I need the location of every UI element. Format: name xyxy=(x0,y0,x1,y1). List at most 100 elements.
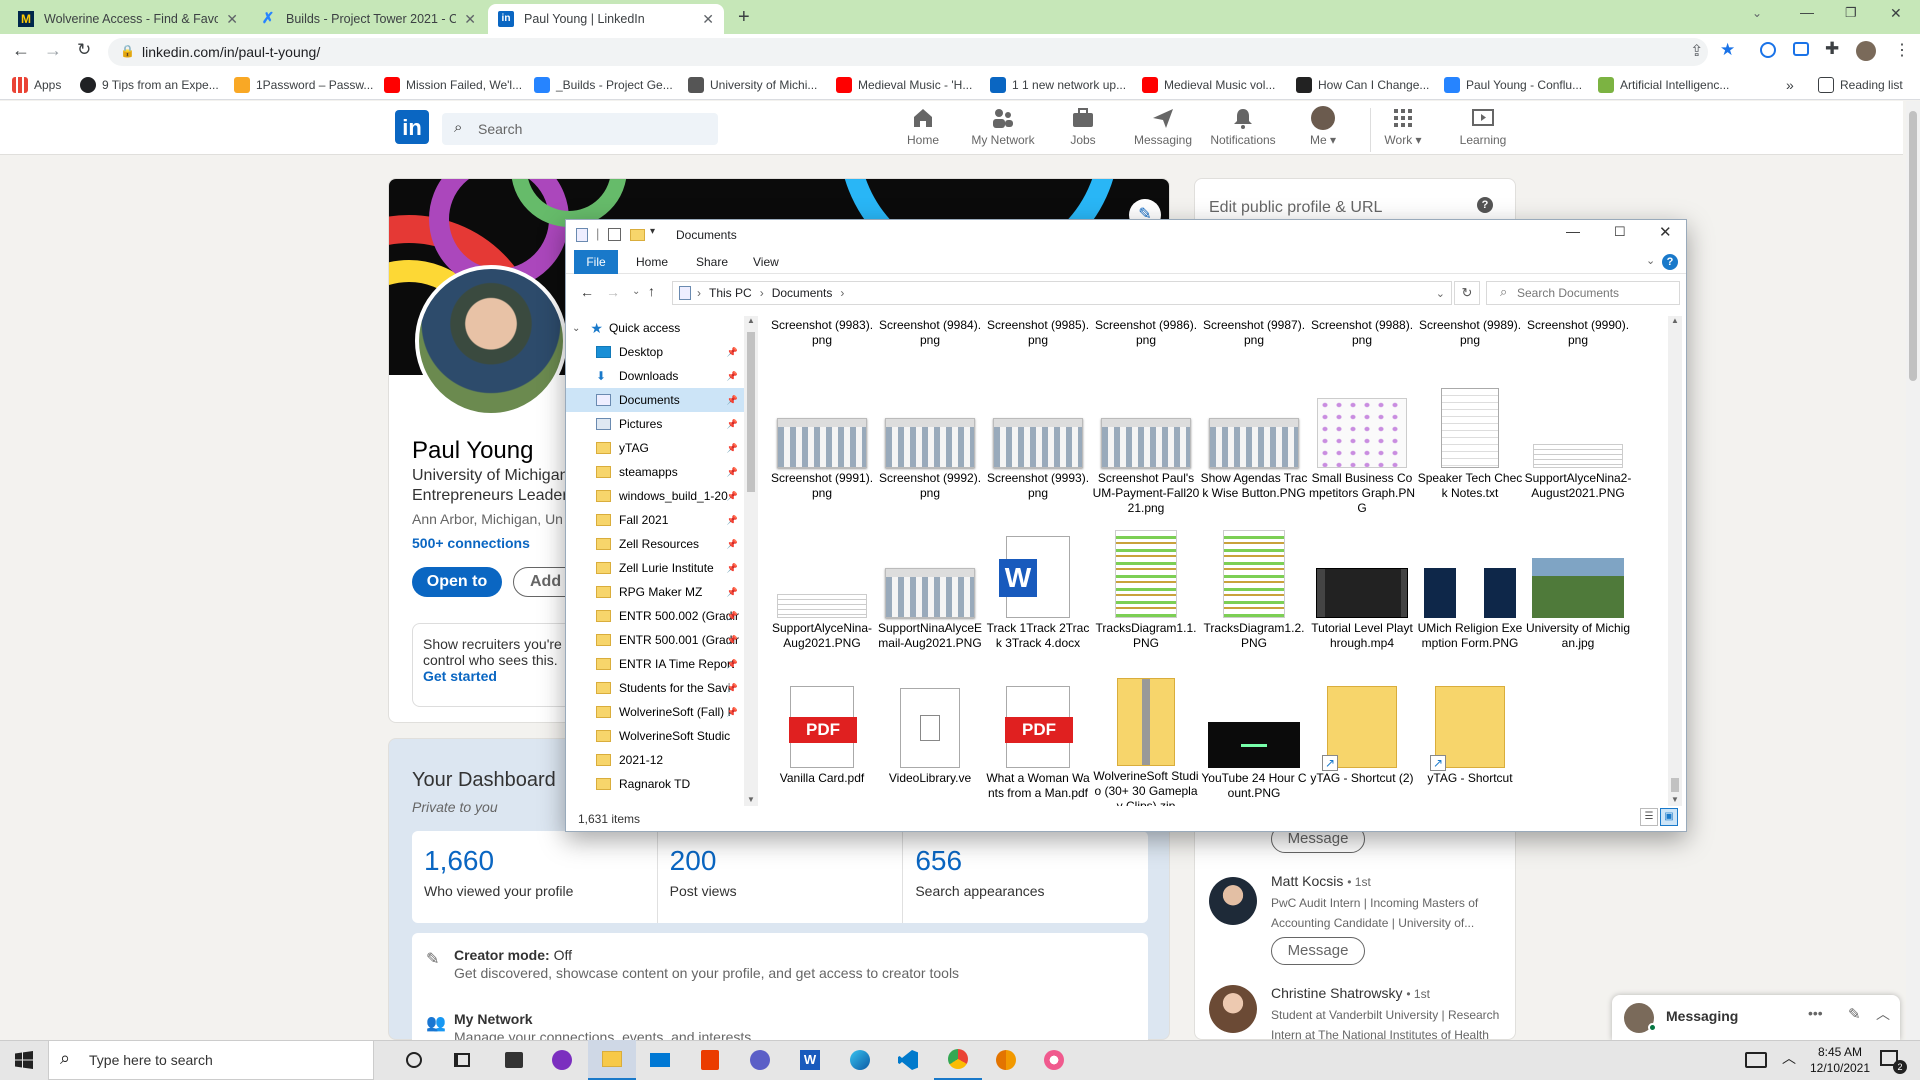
nav-learning[interactable]: Learning xyxy=(1443,106,1523,152)
nav-my-network[interactable]: My Network xyxy=(963,106,1043,152)
back-icon[interactable]: ← xyxy=(580,284,594,300)
messaging-widget[interactable]: Messaging ••• ✎ ︿ xyxy=(1612,995,1900,1040)
bookmark-item[interactable]: Medieval Music vol... xyxy=(1142,74,1282,96)
more-icon[interactable]: ••• xyxy=(1808,1005,1823,1021)
ribbon-tab-view[interactable]: View xyxy=(753,255,779,269)
menu-icon[interactable]: ⋮ xyxy=(1894,40,1910,60)
extension-icon[interactable] xyxy=(1760,42,1776,58)
explorer-titlebar[interactable]: | ▾ Documents — ☐ ✕ xyxy=(566,220,1686,250)
pin-icon[interactable]: 📌 xyxy=(727,515,738,526)
refresh-icon[interactable]: ↻ xyxy=(1454,281,1480,305)
itunes-icon[interactable] xyxy=(1030,1040,1078,1080)
person-name[interactable]: Christine Shatrowsky • 1st xyxy=(1271,985,1430,1001)
file-item[interactable]: VideoLibrary.ve xyxy=(876,678,984,806)
help-icon[interactable]: ? xyxy=(1662,254,1678,270)
minimize-icon[interactable]: — xyxy=(1566,223,1580,239)
chat-app-icon[interactable] xyxy=(736,1040,784,1080)
office-icon[interactable] xyxy=(686,1040,734,1080)
properties-icon[interactable] xyxy=(576,228,588,242)
tab-builds[interactable]: ✗ Builds - Project Tower 2021 - Cor ✕ xyxy=(250,4,486,34)
quick-access-toolbar-dropdown[interactable]: ▾ xyxy=(650,226,655,237)
share-icon[interactable]: ⇪ xyxy=(1690,41,1703,61)
close-icon[interactable]: ✕ xyxy=(702,11,714,28)
recent-locations-dropdown[interactable]: ⌄ xyxy=(632,286,640,297)
pin-icon[interactable]: 📌 xyxy=(727,539,738,550)
close-icon[interactable]: ✕ xyxy=(1659,223,1672,241)
nav-home[interactable]: Home xyxy=(883,106,963,152)
reload-icon[interactable]: ↻ xyxy=(77,40,91,60)
pin-icon[interactable]: 📌 xyxy=(727,707,738,718)
tab-linkedin[interactable]: in Paul Young | LinkedIn ✕ xyxy=(488,4,724,34)
extension-icon[interactable] xyxy=(1793,42,1809,56)
search-documents-input[interactable]: Search Documents xyxy=(1486,281,1680,305)
address-bar[interactable]: linkedin.com/in/paul-t-young/ xyxy=(108,38,1708,66)
keyboard-icon[interactable] xyxy=(1745,1052,1767,1068)
file-item[interactable]: PDF What a Woman Wants from a Man.pdf xyxy=(984,678,1092,806)
sidebar-item[interactable]: Zell Resources 📌 xyxy=(566,532,746,556)
lock-icon[interactable]: 🔒 xyxy=(120,44,135,58)
bookmark-item[interactable]: 9 Tips from an Expe... xyxy=(80,74,220,96)
bookmark-star-icon[interactable]: ★ xyxy=(1720,40,1735,60)
compose-icon[interactable]: ✎ xyxy=(1848,1005,1861,1023)
file-item[interactable]: Screenshot (9983).png xyxy=(768,318,876,378)
sidebar-item[interactable]: ENTR 500.001 (Gradir 📌 xyxy=(566,628,746,652)
breadcrumb-this-pc[interactable]: This PC xyxy=(709,286,752,300)
maximize-icon[interactable]: ☐ xyxy=(1614,224,1626,240)
creator-mode-row[interactable]: Creator mode: Off xyxy=(454,947,572,963)
pin-icon[interactable]: 📌 xyxy=(727,467,738,478)
pin-icon[interactable]: 📌 xyxy=(727,587,738,598)
details-view-icon[interactable]: ☰ xyxy=(1640,808,1658,826)
file-item[interactable]: SupportNinaAlyceEmail-Aug2021.PNG xyxy=(876,528,984,678)
file-item[interactable]: Screenshot (9993).png xyxy=(984,378,1092,528)
minimize-icon[interactable]: — xyxy=(1800,4,1814,20)
cortana-icon[interactable] xyxy=(390,1040,438,1080)
sidebar-item[interactable]: Documents 📌 xyxy=(566,388,746,412)
pin-icon[interactable]: 📌 xyxy=(727,635,738,646)
avatar[interactable] xyxy=(1209,985,1257,1033)
pin-icon[interactable]: 📌 xyxy=(727,659,738,670)
folder-icon[interactable] xyxy=(630,229,645,241)
restore-icon[interactable]: ❐ xyxy=(1845,5,1857,21)
breadcrumb-documents[interactable]: Documents xyxy=(772,286,833,300)
mail-icon[interactable] xyxy=(636,1040,684,1080)
windows-start-icon[interactable] xyxy=(0,1040,48,1080)
file-item[interactable]: TracksDiagram1.1.PNG xyxy=(1092,528,1200,678)
show-hidden-icons[interactable]: ︿ xyxy=(1782,1048,1796,1068)
edge-icon[interactable] xyxy=(836,1040,884,1080)
forward-icon[interactable]: → xyxy=(44,40,62,61)
reading-list[interactable]: Reading list xyxy=(1818,74,1903,96)
nav-notifications[interactable]: Notifications xyxy=(1203,106,1283,152)
sidebar-item[interactable]: ⬇ Downloads 📌 xyxy=(566,364,746,388)
tab-search-icon[interactable]: ⌄ xyxy=(1752,6,1762,20)
sidebar-item[interactable]: windows_build_1-20 📌 xyxy=(566,484,746,508)
podcast-app-icon[interactable] xyxy=(538,1040,586,1080)
open-to-button[interactable]: Open to xyxy=(412,567,502,597)
puzzle-icon[interactable]: ✚ xyxy=(1825,39,1839,59)
vscode-icon[interactable] xyxy=(884,1040,932,1080)
large-icons-view-icon[interactable]: ▣ xyxy=(1660,808,1678,826)
chrome-icon[interactable] xyxy=(934,1040,982,1080)
avatar[interactable] xyxy=(1209,877,1257,925)
file-item[interactable]: Screenshot (9987).png xyxy=(1200,318,1308,378)
file-item[interactable]: University of Michigan.jpg xyxy=(1524,528,1632,678)
pin-icon[interactable]: 📌 xyxy=(727,371,738,382)
scrollbar-thumb[interactable] xyxy=(747,332,755,492)
chevron-down-icon[interactable]: ⌄ xyxy=(1436,287,1445,300)
stat-profile-views[interactable]: 1,660 Who viewed your profile xyxy=(412,831,658,923)
sidebar-quick-access[interactable]: ⌄ ★ Quick access xyxy=(566,316,746,340)
bookmark-apps[interactable]: Apps xyxy=(12,74,61,96)
close-icon[interactable]: ✕ xyxy=(464,11,476,28)
back-icon[interactable]: ← xyxy=(12,40,30,61)
close-icon[interactable]: ✕ xyxy=(226,11,238,28)
tab-wolverine-access[interactable]: M Wolverine Access - Find & Favori ✕ xyxy=(8,4,248,34)
ribbon-tab-home[interactable]: Home xyxy=(636,255,668,269)
file-explorer-taskbar-icon[interactable] xyxy=(588,1040,636,1080)
bookmark-item[interactable]: Paul Young - Conflu... xyxy=(1444,74,1584,96)
up-icon[interactable]: ↑ xyxy=(648,283,655,299)
search-input[interactable]: Search xyxy=(442,113,718,145)
checkbox-icon[interactable] xyxy=(608,228,621,241)
file-item[interactable]: Tutorial Level Playthrough.mp4 xyxy=(1308,528,1416,678)
sidebar-item[interactable]: Zell Lurie Institute 📌 xyxy=(566,556,746,580)
word-icon[interactable]: W xyxy=(786,1040,834,1080)
more-bookmarks-icon[interactable]: » xyxy=(1786,74,1794,96)
